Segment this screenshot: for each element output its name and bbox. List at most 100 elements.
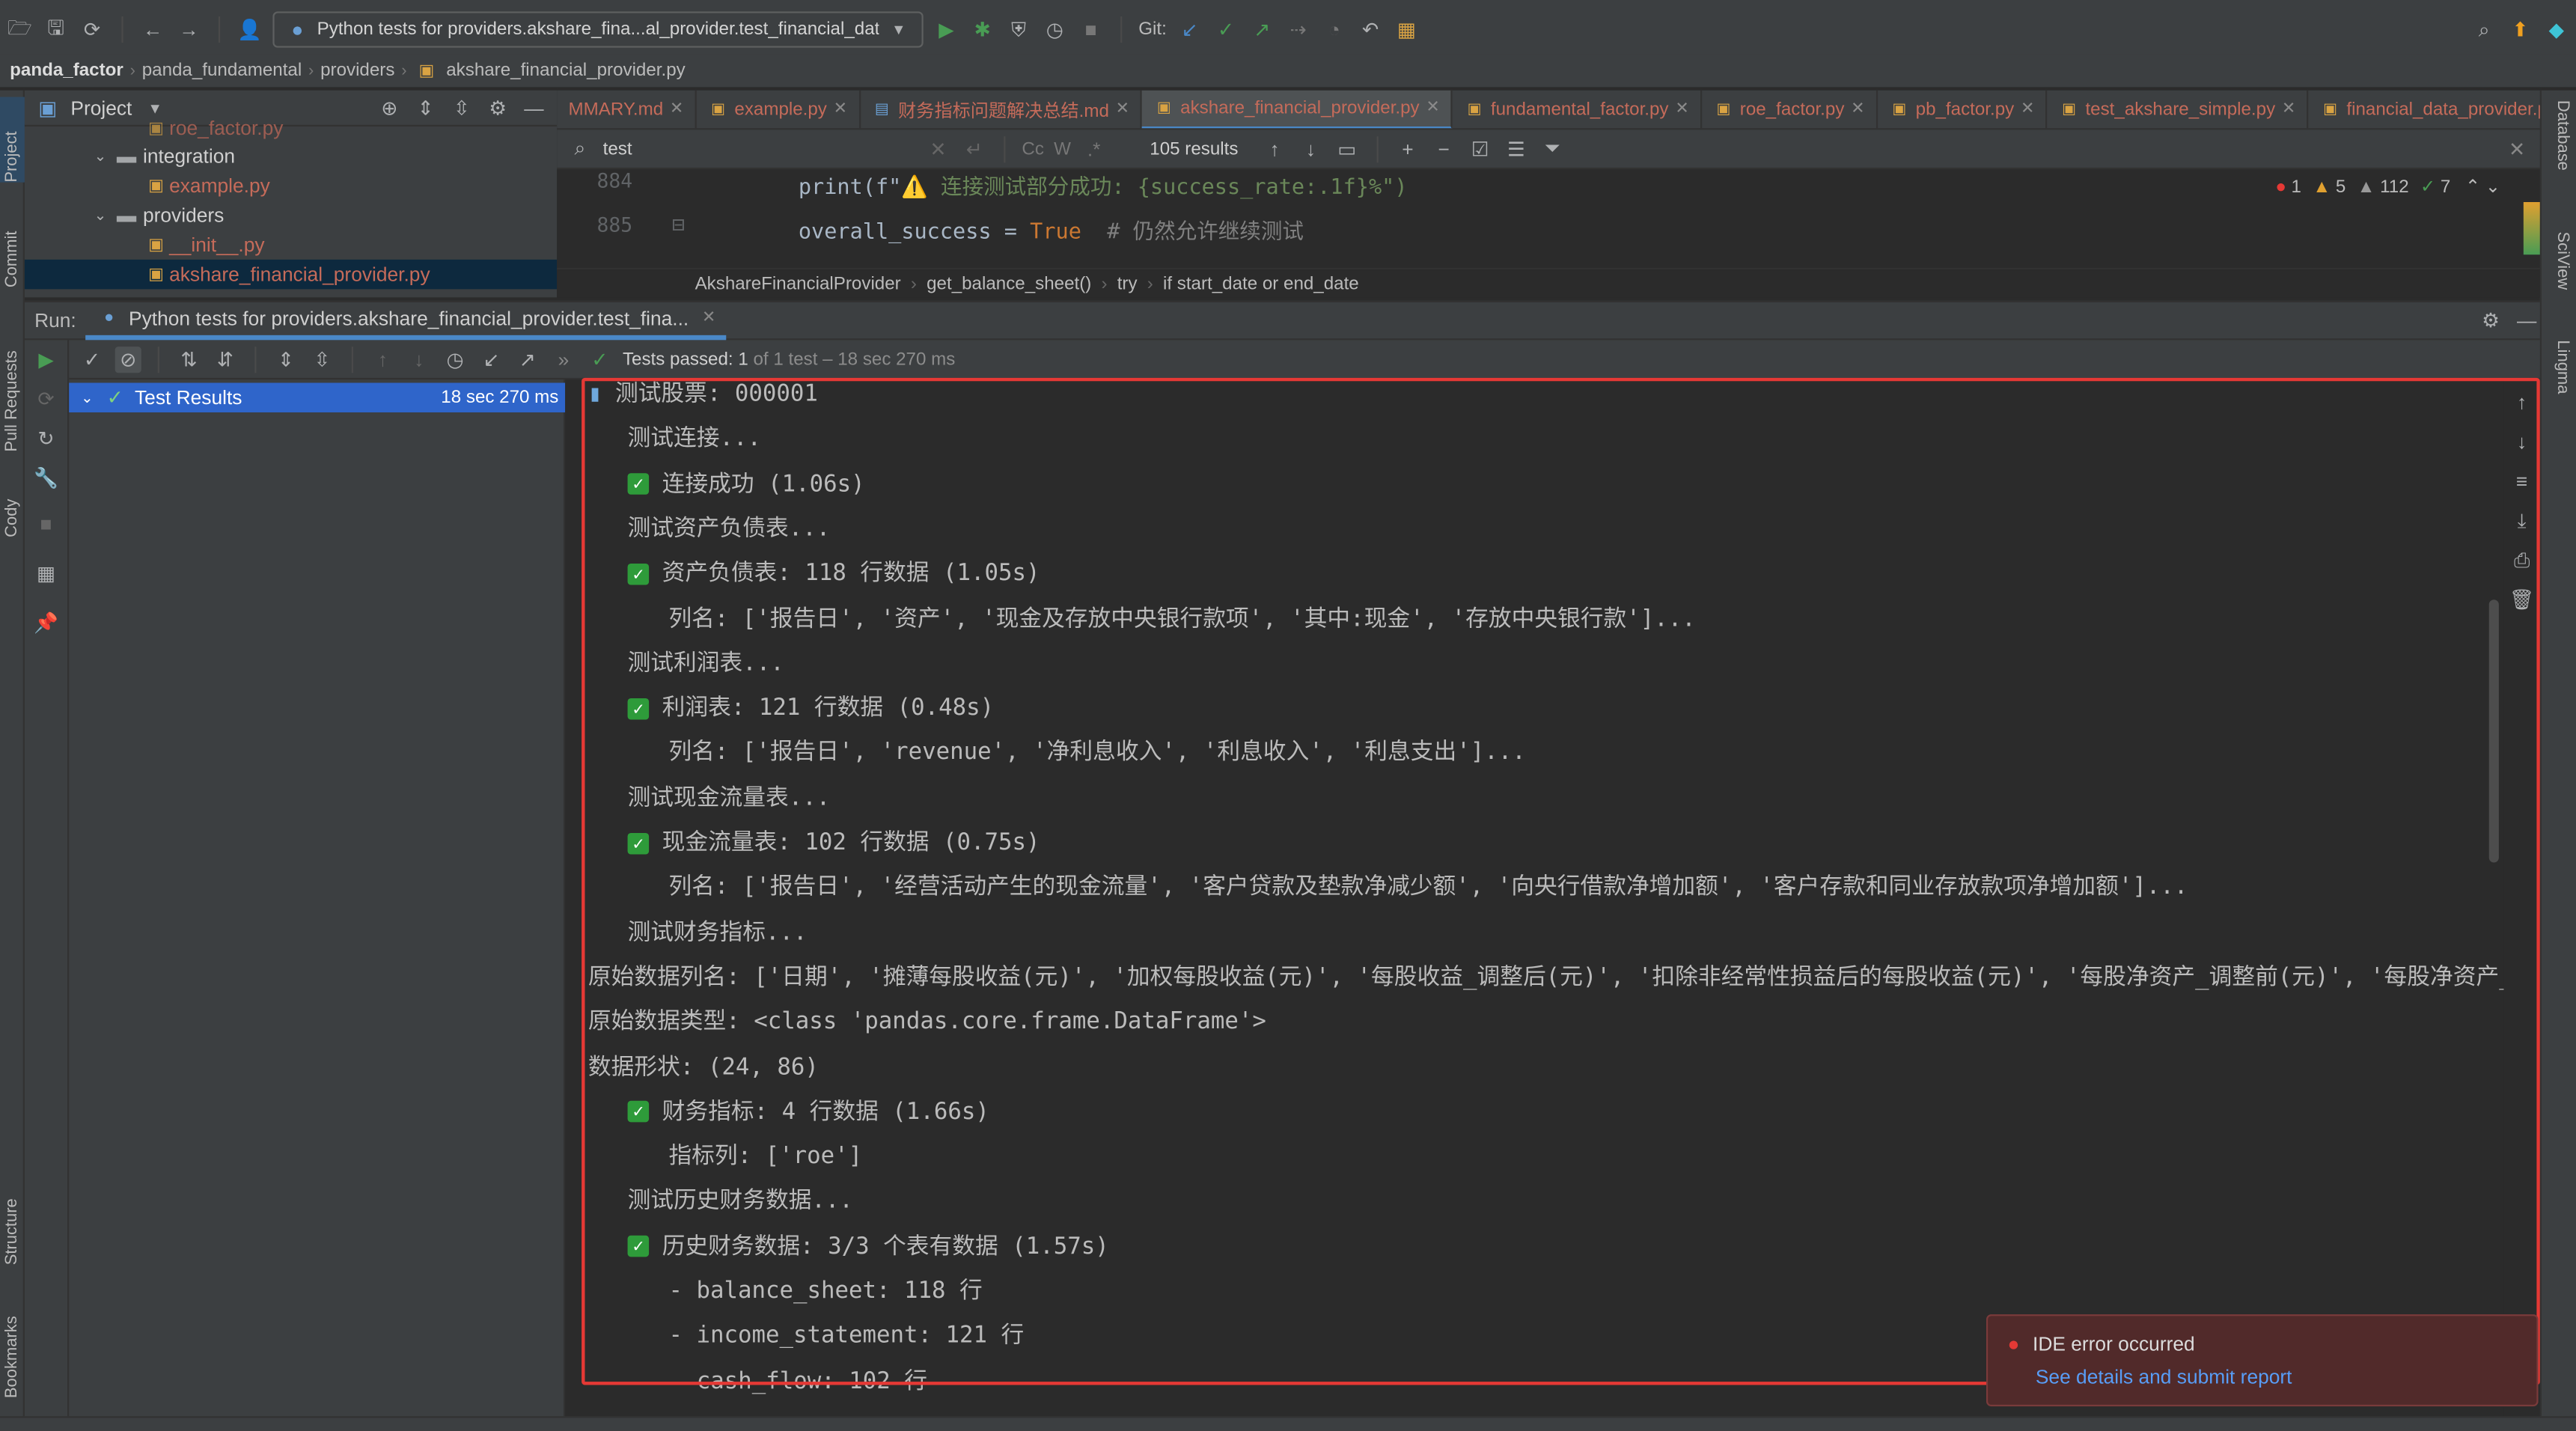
open-folder-icon[interactable]: 🗁 [7, 16, 33, 43]
editor-tab[interactable]: ▣ test_akshare_simple.py ✕ [2048, 90, 2309, 129]
rollback-icon[interactable]: ↶ [1358, 16, 1384, 43]
run-tab[interactable]: ● Python tests for providers.akshare_fin… [85, 301, 726, 341]
search-icon[interactable]: ⌕ [2471, 16, 2497, 43]
sort-duration-icon[interactable]: ⇵ [212, 346, 238, 372]
editor-tab[interactable]: ▣ roe_factor.py ✕ [1702, 90, 1878, 129]
breadcrumb-item[interactable]: panda_factor [10, 61, 123, 80]
structure-crumb-item[interactable]: get_balance_sheet() [927, 274, 1091, 293]
fold-icon[interactable]: ⊟ [672, 213, 685, 238]
profile-icon[interactable]: ◷ [1042, 16, 1068, 43]
ide-error-notification[interactable]: ● IDE error occurred See details and sub… [1986, 1314, 2539, 1407]
branches-icon[interactable]: ▦ [1394, 16, 1420, 43]
console-scrollbar[interactable] [2488, 599, 2499, 863]
chevron-down-icon[interactable]: ⌄ [87, 143, 113, 169]
regex-icon[interactable]: .* [1081, 135, 1107, 162]
console-output[interactable]: ▮ 测试股票: 000001 测试连接... ✓ 连接成功 (1.06s) 测试资产负债表… [565, 379, 2504, 1431]
close-icon[interactable]: ✕ [1426, 99, 1439, 117]
rerun-icon[interactable]: ▶ [33, 347, 59, 373]
pin-icon[interactable]: 📌 [33, 609, 59, 635]
tree-item-init[interactable]: ▣ __init__.py [25, 230, 557, 260]
notification-link[interactable]: See details and submit report [2036, 1365, 2292, 1388]
error-stripe[interactable] [2523, 202, 2540, 255]
toggle-selection-icon[interactable]: ☑ [1467, 135, 1493, 162]
arrow-up-icon[interactable]: ↑ [1262, 135, 1288, 162]
wrench-icon[interactable]: 🔧 [33, 465, 59, 491]
git-fetch-icon[interactable]: ⇢ [1285, 16, 1311, 43]
close-icon[interactable]: ✕ [1851, 100, 1864, 118]
git-update-icon[interactable]: ↙ [1176, 16, 1203, 43]
editor-tab[interactable]: ▣ fundamental_factor.py ✕ [1453, 90, 1703, 129]
update-icon[interactable]: ⬆ [2507, 16, 2533, 43]
structure-crumb-item[interactable]: AkshareFinancialProvider [695, 274, 901, 293]
tree-item-example[interactable]: ▣ example.py [25, 171, 557, 201]
scroll-to-end-icon[interactable]: ⤓ [2509, 507, 2535, 534]
pull-requests-tool-button[interactable]: Pull Requests [0, 320, 25, 451]
close-icon[interactable]: ✕ [1116, 100, 1129, 118]
run-configuration-select[interactable]: ● Python tests for providers.akshare_fin… [272, 11, 924, 48]
chevron-up-icon[interactable]: ⌃ [2465, 176, 2480, 197]
print-icon[interactable]: ⎙ [2509, 547, 2535, 573]
breadcrumb-item[interactable]: akshare_financial_provider.py [446, 61, 686, 80]
bookmarks-tool-button[interactable]: Bookmarks [0, 1290, 25, 1398]
git-push-icon[interactable]: ↗ [1249, 16, 1275, 43]
more-icon[interactable]: » [550, 346, 576, 372]
editor-tab[interactable]: ▤ 财务指标问题解决总结.md ✕ [861, 90, 1143, 129]
structure-crumb-item[interactable]: try [1117, 274, 1138, 293]
editor-tab[interactable]: ▣ example.py ✕ [697, 90, 861, 129]
expand-all-icon[interactable]: ⇕ [272, 346, 299, 372]
close-icon[interactable]: ✕ [2021, 100, 2034, 118]
structure-tool-button[interactable]: Structure [0, 1167, 25, 1265]
clear-icon[interactable]: ✕ [925, 135, 951, 162]
back-icon[interactable]: ← [140, 16, 166, 43]
tree-item-integration[interactable]: ⌄ ▬ integration [25, 141, 557, 171]
chevron-down-icon[interactable]: ⌄ [79, 385, 95, 411]
forward-icon[interactable]: → [176, 16, 202, 43]
chevron-down-icon[interactable]: ⌄ [2485, 176, 2500, 197]
user-icon[interactable]: 👤 [236, 16, 263, 43]
soft-wrap-icon[interactable]: ≡ [2509, 469, 2535, 495]
git-commit-icon[interactable]: ✓ [1212, 16, 1239, 43]
database-tool-button[interactable]: Database [2553, 100, 2571, 171]
arrow-down-icon[interactable]: ↓ [1298, 135, 1324, 162]
close-icon[interactable]: ✕ [670, 100, 683, 118]
test-results-row[interactable]: ⌄ ✓ Test Results 18 sec 270 ms [69, 382, 566, 412]
scroll-down-icon[interactable]: ↓ [2509, 429, 2535, 455]
gear-icon[interactable]: ⚙ [2477, 308, 2503, 334]
stop-icon[interactable]: ■ [33, 511, 59, 537]
sciview-tool-button[interactable]: SciView [2553, 232, 2571, 290]
commit-tool-button[interactable]: Commit [0, 202, 25, 288]
editor-tab[interactable]: ▣ pb_factor.py ✕ [1878, 90, 2048, 129]
remove-selection-icon[interactable]: − [1431, 135, 1457, 162]
cody-tool-button[interactable]: Cody [0, 465, 25, 537]
history-icon[interactable]: ◷ [442, 346, 468, 372]
close-icon[interactable]: ✕ [834, 100, 847, 118]
close-icon[interactable]: ✕ [2282, 100, 2295, 118]
sort-alpha-icon[interactable]: ⇅ [176, 346, 202, 372]
breadcrumb-item[interactable]: providers [320, 61, 394, 80]
debug-icon[interactable]: ✱ [969, 16, 995, 43]
coverage-icon[interactable]: ⛨ [1005, 16, 1031, 43]
breadcrumb-item[interactable]: panda_fundamental [142, 61, 302, 80]
show-passed-icon[interactable]: ✓ [79, 346, 105, 372]
tree-item-akshare-financial-provider[interactable]: ▣ akshare_financial_provider.py [24, 259, 558, 290]
close-icon[interactable]: ✕ [2503, 135, 2530, 162]
code-editor[interactable]: 884 print(f"⚠️ 连接测试部分成功: {success_rate:.… [557, 169, 2540, 271]
next-failed-icon[interactable]: ↓ [406, 346, 432, 372]
export-icon[interactable]: ↗ [514, 346, 540, 372]
scroll-up-icon[interactable]: ↑ [2509, 389, 2535, 415]
import-tests-icon[interactable]: ↙ [478, 346, 504, 372]
minimize-icon[interactable]: — [2514, 308, 2540, 334]
structure-crumb-item[interactable]: if start_date or end_date [1163, 274, 1359, 293]
words-toggle[interactable]: W [1054, 138, 1071, 158]
find-input[interactable]: test [603, 138, 915, 158]
toggle-auto-test-icon[interactable]: ↻ [33, 426, 59, 452]
editor-tab-active[interactable]: ▣ akshare_financial_provider.py ✕ [1142, 90, 1453, 129]
stop-icon[interactable]: ■ [1078, 16, 1104, 43]
project-tool-button[interactable]: Project [0, 97, 25, 183]
run-icon[interactable]: ▶ [933, 16, 959, 43]
new-line-icon[interactable]: ↵ [961, 135, 987, 162]
select-all-icon[interactable]: ▭ [1334, 135, 1360, 162]
history-icon[interactable]: ◔ [1321, 16, 1347, 43]
close-icon[interactable]: ✕ [1675, 100, 1688, 118]
chevron-down-icon[interactable]: ⌄ [87, 202, 113, 228]
